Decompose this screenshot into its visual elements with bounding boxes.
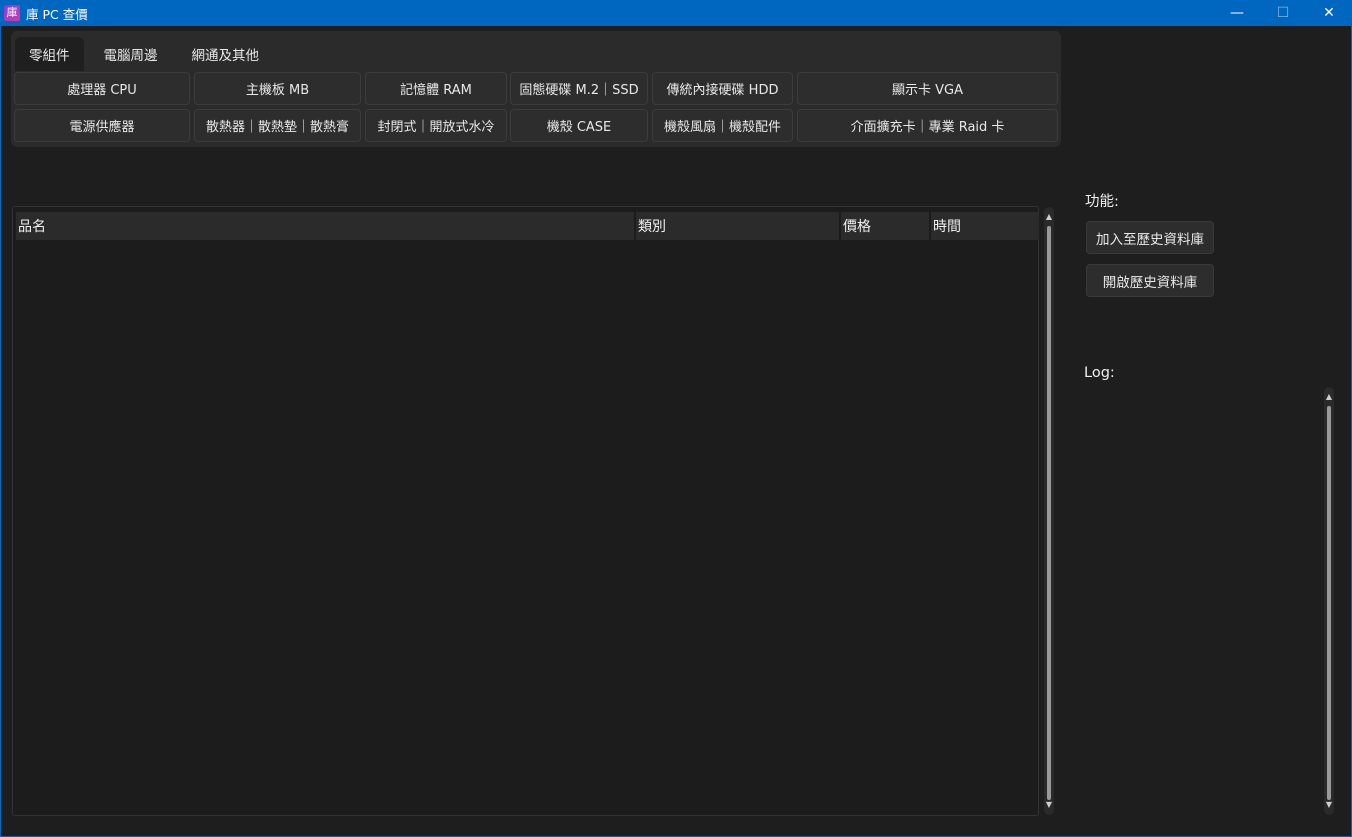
close-button[interactable]: ✕: [1306, 0, 1352, 26]
column-header-name[interactable]: 品名: [16, 212, 636, 240]
minimize-icon: —: [1230, 5, 1244, 21]
app-icon: 庫: [4, 5, 20, 21]
tab-network-other[interactable]: 網通及其他: [178, 37, 274, 71]
add-to-history-button[interactable]: 加入至歷史資料庫: [1086, 221, 1214, 254]
category-ram-button[interactable]: 記憶體 RAM: [365, 72, 507, 105]
category-case-fan-button[interactable]: 機殼風扇｜機殼配件: [652, 109, 793, 142]
category-vga-button[interactable]: 顯示卡 VGA: [797, 72, 1058, 105]
column-header-time[interactable]: 時間: [931, 212, 1039, 240]
window-controls: — ☐ ✕: [1214, 0, 1352, 26]
table-scroll-thumb[interactable]: [1047, 226, 1051, 800]
minimize-button[interactable]: —: [1214, 0, 1260, 26]
tab-components[interactable]: 零組件: [15, 37, 84, 71]
maximize-button[interactable]: ☐: [1260, 0, 1306, 26]
functions-label: 功能:: [1085, 194, 1119, 210]
log-scroll-down-icon[interactable]: ▼: [1325, 801, 1333, 809]
scroll-up-icon[interactable]: ▲: [1045, 213, 1053, 221]
tab-bar: 零組件 電腦周邊 網通及其他: [15, 37, 279, 71]
title-bar: 庫 庫 PC 查價 — ☐ ✕: [0, 0, 1352, 26]
results-table[interactable]: 品名 類別 價格 時間: [12, 206, 1039, 816]
category-case-button[interactable]: 機殼 CASE: [510, 109, 648, 142]
log-label: Log:: [1084, 365, 1115, 381]
category-expansion-card-button[interactable]: 介面擴充卡｜專業 Raid 卡: [797, 109, 1058, 142]
log-scrollbar[interactable]: ▲ ▼: [1324, 387, 1334, 815]
maximize-icon: ☐: [1276, 5, 1290, 21]
category-cooler-button[interactable]: 散熱器｜散熱墊｜散熱膏: [194, 109, 361, 142]
log-scroll-up-icon[interactable]: ▲: [1325, 393, 1333, 401]
column-header-category[interactable]: 類別: [636, 212, 841, 240]
log-scroll-thumb[interactable]: [1327, 406, 1331, 800]
open-history-button[interactable]: 開啟歷史資料庫: [1086, 264, 1214, 297]
category-ssd-button[interactable]: 固態硬碟 M.2｜SSD: [510, 72, 648, 105]
column-header-price[interactable]: 價格: [841, 212, 931, 240]
window-title: 庫 PC 查價: [26, 6, 88, 22]
category-hdd-button[interactable]: 傳統內接硬碟 HDD: [652, 72, 793, 105]
category-tabs-panel: 零組件 電腦周邊 網通及其他 處理器 CPU 主機板 MB 記憶體 RAM 固態…: [11, 31, 1061, 147]
category-watercooling-button[interactable]: 封閉式｜開放式水冷: [365, 109, 507, 142]
category-cpu-button[interactable]: 處理器 CPU: [14, 72, 190, 105]
category-mb-button[interactable]: 主機板 MB: [194, 72, 361, 105]
scroll-down-icon[interactable]: ▼: [1045, 801, 1053, 809]
close-icon: ✕: [1323, 5, 1335, 21]
tab-peripherals[interactable]: 電腦周邊: [90, 37, 172, 71]
table-header: 品名 類別 價格 時間: [16, 212, 1039, 240]
category-psu-button[interactable]: 電源供應器: [14, 109, 190, 142]
table-scrollbar[interactable]: ▲ ▼: [1044, 207, 1054, 815]
